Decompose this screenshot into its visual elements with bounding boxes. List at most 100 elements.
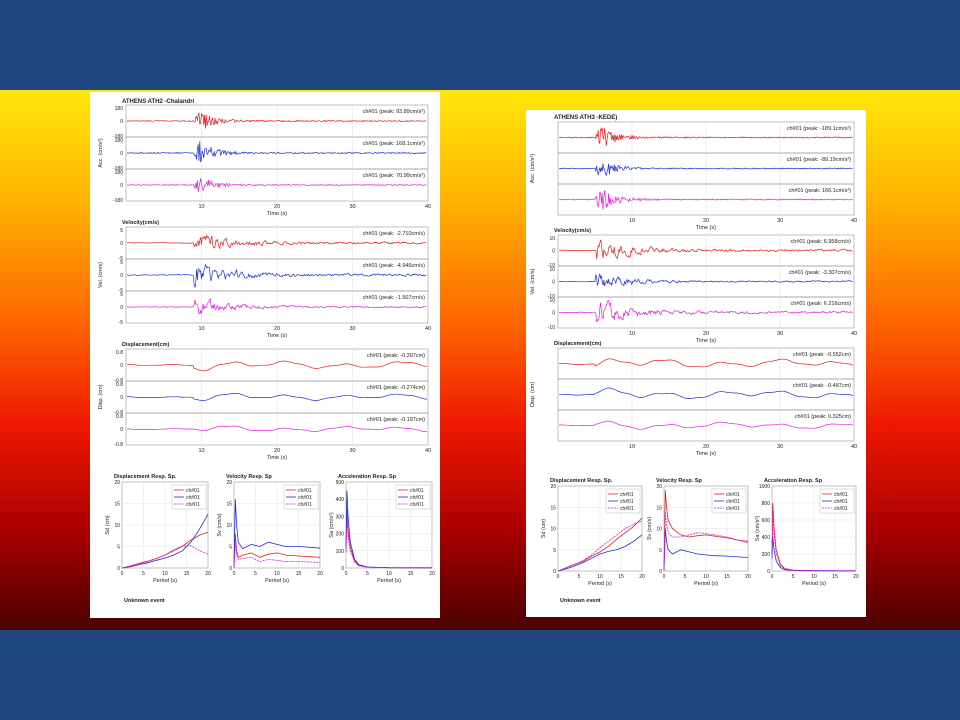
legend-label: ch#01 <box>726 499 740 505</box>
x-tick-label: 10 <box>386 571 392 577</box>
trace-peak-label: ch#01 (peak: -4.946cm/s) <box>363 263 426 269</box>
x-tick-label: 20 <box>853 574 859 580</box>
left-seismogram-figure: ATHENS ATH2 -Chalandri Acc. (cm/s²) 180 0 -1… <box>98 99 435 604</box>
y-tick-label: 10 <box>226 523 232 529</box>
y-tick-label: 10 <box>114 523 120 529</box>
right-record-panel: ATHENS ATH3 -KEDE) Acc. (cm/s²) ch#01 (pea… <box>526 110 866 617</box>
legend-label: ch#01 <box>298 502 312 508</box>
y-tick-label: 0.8 <box>116 414 123 420</box>
y-tick-label: -0.8 <box>114 442 123 448</box>
spectrum-title: Displacement Resp. Sp. <box>550 478 613 484</box>
spectrum-xlabel: Period (s) <box>802 581 826 587</box>
y-tick-label: 200 <box>336 532 345 538</box>
time-tick-label: 30 <box>777 218 783 224</box>
y-tick-label: 800 <box>762 501 771 507</box>
y-tick-label: 600 <box>762 518 771 524</box>
y-tick-label: 10 <box>549 236 555 242</box>
group-ylabel: Acc. (cm/s²) <box>530 154 536 183</box>
legend-label: ch#01 <box>620 499 634 505</box>
legend-label: ch#01 <box>834 492 848 498</box>
y-tick-label: 10 <box>549 267 555 273</box>
y-tick-label: 5 <box>117 545 120 551</box>
spectrum-xlabel: Period (s) <box>377 578 401 584</box>
x-tick-label: 10 <box>162 571 168 577</box>
x-tick-label: 15 <box>408 571 414 577</box>
y-tick-label: 400 <box>336 497 345 503</box>
trace-peak-label: ch#01 (peak: 70.99cm/s²) <box>363 173 426 179</box>
footer-label: Unknown event <box>124 598 165 604</box>
trace-peak-label: ch#01 (peak: -0.487cm) <box>793 383 851 389</box>
spectrum-title: Velocity Resp. Sp <box>656 478 702 484</box>
legend-label: ch#01 <box>410 495 424 501</box>
group-ylabel: Vel. (cm/s) <box>98 262 104 288</box>
y-tick-label: 10 <box>550 527 556 533</box>
y-tick-label: 500 <box>336 480 345 486</box>
x-tick-label: 10 <box>811 574 817 580</box>
y-tick-label: 20 <box>550 484 556 490</box>
y-tick-label: 15 <box>226 502 232 508</box>
trace-peak-label: ch#01 (peak: -1.507cm/s) <box>363 295 426 301</box>
group-ylabel: Acc. (cm/s²) <box>98 138 104 167</box>
x-tick-label: 15 <box>296 571 302 577</box>
legend-label: ch#01 <box>186 502 200 508</box>
y-tick-label: 10 <box>549 298 555 304</box>
y-tick-label: 0 <box>120 273 123 279</box>
y-tick-label: 0 <box>120 395 123 401</box>
time-axis-label: Time (s) <box>696 225 716 231</box>
legend-label: ch#01 <box>298 488 312 494</box>
y-tick-label: 180 <box>115 170 124 176</box>
time-tick-label: 40 <box>851 331 857 337</box>
waveform-trace <box>126 178 427 193</box>
time-tick-label: 10 <box>198 326 204 332</box>
spectrum-ylabel: Sa (cm/s²) <box>755 516 761 542</box>
time-tick-label: 10 <box>198 204 204 210</box>
x-tick-label: 15 <box>184 571 190 577</box>
spectrum-title: Acceleration Resp. Sp <box>764 478 823 484</box>
time-tick-label: 30 <box>349 204 355 210</box>
x-tick-label: 0 <box>345 571 348 577</box>
x-tick-label: 0 <box>771 574 774 580</box>
y-tick-label: 0.8 <box>116 382 123 388</box>
x-tick-label: 10 <box>274 571 280 577</box>
y-tick-label: 0 <box>120 241 123 247</box>
y-tick-label: 180 <box>115 138 124 144</box>
y-tick-label: 0 <box>120 363 123 369</box>
waveform-trace <box>126 234 427 250</box>
time-tick-label: 10 <box>629 444 635 450</box>
x-tick-label: 15 <box>724 574 730 580</box>
x-tick-label: 15 <box>832 574 838 580</box>
spectrum-xlabel: Period (s) <box>588 581 612 587</box>
time-tick-label: 40 <box>425 448 431 454</box>
spectrum-xlabel: Period (s) <box>153 578 177 584</box>
y-tick-label: 5 <box>659 548 662 554</box>
time-tick-label: 20 <box>274 326 280 332</box>
x-tick-label: 0 <box>233 571 236 577</box>
time-tick-label: 20 <box>274 448 280 454</box>
legend-label: ch#01 <box>834 499 848 505</box>
waveform-trace <box>126 112 427 129</box>
legend-label: ch#01 <box>410 502 424 508</box>
x-tick-label: 20 <box>317 571 323 577</box>
waveform-trace <box>127 297 427 315</box>
right-seismogram-figure: ATHENS ATH3 -KEDE) Acc. (cm/s²) ch#01 (pea… <box>530 115 859 604</box>
trace-peak-label: ch#01 (peak: 0.325cm) <box>795 414 851 420</box>
x-tick-label: 5 <box>578 574 581 580</box>
y-tick-label: 100 <box>336 549 345 555</box>
legend-label: ch#01 <box>620 506 634 512</box>
x-tick-label: 15 <box>618 574 624 580</box>
time-tick-label: 20 <box>274 204 280 210</box>
trace-peak-label: ch#01 (peak: -3.307cm/s) <box>789 270 852 276</box>
spectrum-ylabel: Sd (cm) <box>105 515 111 534</box>
time-tick-label: 30 <box>777 444 783 450</box>
legend-label: ch#01 <box>410 488 424 494</box>
spectrum-title: Acceleration Resp. Sp <box>338 474 397 480</box>
y-tick-label: 0.8 <box>116 350 123 356</box>
x-tick-label: 10 <box>597 574 603 580</box>
y-tick-label: 5 <box>553 548 556 554</box>
y-tick-label: 200 <box>762 552 771 558</box>
group-title: Velocity(cm/s) <box>554 228 591 234</box>
y-tick-label: 180 <box>115 106 124 112</box>
time-tick-label: 40 <box>425 326 431 332</box>
x-tick-label: 5 <box>254 571 257 577</box>
time-axis-label: Time (s) <box>696 451 716 457</box>
